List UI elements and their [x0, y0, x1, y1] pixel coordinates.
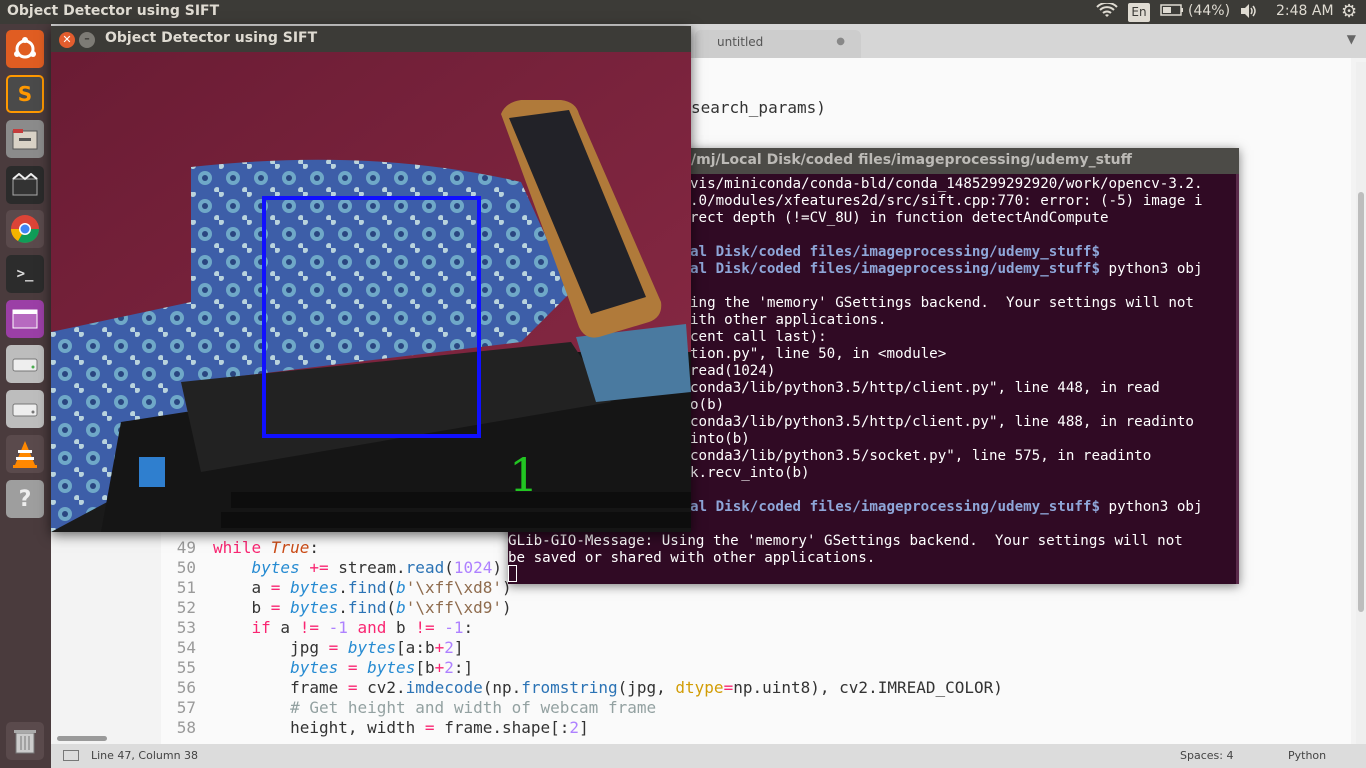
- tab-dropdown-icon[interactable]: ▼: [1347, 32, 1356, 46]
- code-line-text: bytes = bytes[b+2:]: [290, 658, 474, 677]
- status-bar: Line 47, Column 38 Spaces: 4 Python: [51, 744, 1366, 768]
- terminal-line: o(b): [690, 397, 725, 413]
- disk-icon[interactable]: [6, 345, 44, 383]
- terminal-line: be saved or shared with other applicatio…: [508, 550, 876, 566]
- line-number: 50: [176, 558, 196, 577]
- webcam-image: [51, 52, 691, 532]
- scrollbar-thumb[interactable]: [57, 736, 107, 741]
- desktop: Object Detector using SIFT En (44%) 2:48…: [0, 0, 1366, 768]
- code-line-text: a = bytes.find(b'\xff\xd8'): [213, 578, 512, 597]
- video-editor-icon[interactable]: [6, 166, 44, 204]
- line-number: 54: [176, 638, 196, 657]
- indentation-setting[interactable]: Spaces: 4: [1180, 749, 1233, 762]
- terminal-line: tion.py", line 50, in <module>: [690, 346, 947, 362]
- terminal-line: into(b): [690, 431, 750, 447]
- panel-toggle-icon[interactable]: [63, 750, 79, 761]
- match-count: 1: [509, 448, 539, 502]
- terminal-scrollbar[interactable]: [1236, 174, 1239, 584]
- webcam-frame: 1: [51, 52, 691, 532]
- syntax-selector[interactable]: Python: [1288, 749, 1326, 762]
- gear-icon[interactable]: ⚙: [1341, 1, 1357, 22]
- unsaved-dot-icon[interactable]: ●: [836, 36, 845, 47]
- code-line-text: # Get height and width of webcam frame: [213, 698, 657, 717]
- terminal-line: vis/miniconda/conda-bld/conda_1485299292…: [690, 176, 1203, 192]
- code-fragment-search-params: search_params): [691, 98, 826, 117]
- prompt-path: al Disk/coded files/imageprocessing/udem…: [690, 261, 1100, 277]
- clock[interactable]: 2:48 AM: [1276, 3, 1334, 19]
- terminal-line: conda3/lib/python3.5/http/client.py", li…: [690, 380, 1160, 396]
- ubuntu-dash-icon[interactable]: [6, 30, 44, 68]
- sift-titlebar[interactable]: ✕ – Object Detector using SIFT: [51, 26, 691, 52]
- terminal-line: read(1024): [690, 363, 776, 379]
- line-number: 49: [176, 538, 196, 557]
- wifi-icon[interactable]: [1096, 1, 1118, 23]
- cursor-position[interactable]: Line 47, Column 38: [91, 749, 198, 762]
- line-number: 56: [176, 678, 196, 697]
- line-number: 51: [176, 578, 196, 597]
- minimize-icon[interactable]: –: [79, 32, 95, 48]
- prompt-path: al Disk/coded files/imageprocessing/udem…: [690, 244, 1100, 260]
- active-app-title: Object Detector using SIFT: [7, 3, 220, 19]
- vertical-scrollbar[interactable]: [1356, 62, 1366, 752]
- code-line-text: while True:: [213, 538, 319, 557]
- terminal-line: .0/modules/xfeatures2d/src/sift.cpp:770:…: [690, 193, 1203, 209]
- terminal-icon[interactable]: >_: [6, 255, 44, 293]
- terminal-line: conda3/lib/python3.5/socket.py", line 57…: [690, 448, 1152, 464]
- volume-icon[interactable]: [1239, 3, 1259, 23]
- line-number: 52: [176, 598, 196, 617]
- code-line-text: if a != -1 and b != -1:: [251, 618, 474, 637]
- keyboard-language-indicator[interactable]: En: [1128, 3, 1150, 22]
- horizontal-scrollbar[interactable]: [51, 734, 211, 744]
- terminal-prompt: al Disk/coded files/imageprocessing/udem…: [690, 244, 1100, 261]
- terminal-line: k.recv_into(b): [690, 465, 810, 481]
- chrome-icon[interactable]: [6, 210, 44, 248]
- line-number: 55: [176, 658, 196, 677]
- help-icon[interactable]: ?: [6, 480, 44, 518]
- battery-percent[interactable]: (44%): [1188, 3, 1230, 19]
- battery-icon[interactable]: [1160, 3, 1184, 21]
- app-purple-icon[interactable]: [6, 300, 44, 338]
- trash-icon[interactable]: [6, 722, 44, 760]
- terminal-line: conda3/lib/python3.5/http/client.py", li…: [690, 414, 1194, 430]
- terminal-line: GLib-GIO-Message: Using the 'memory' GSe…: [508, 533, 1183, 549]
- disk-icon-2[interactable]: [6, 390, 44, 428]
- line-number: 53: [176, 618, 196, 637]
- code-line-text: height, width = frame.shape[:2]: [213, 718, 589, 737]
- tab-untitled[interactable]: untitled ●: [695, 30, 861, 58]
- terminal-cursor: [508, 565, 517, 582]
- sift-window-title: Object Detector using SIFT: [105, 30, 318, 46]
- terminal-line: ith other applications.: [690, 312, 887, 328]
- sift-window[interactable]: ✕ – Object Detector using SIFT 1: [51, 26, 691, 532]
- terminal-prompt: al Disk/coded files/imageprocessing/udem…: [690, 499, 1203, 516]
- code-line-text: b = bytes.find(b'\xff\xd9'): [213, 598, 512, 617]
- code-line-text: jpg = bytes[a:b+2]: [213, 638, 464, 657]
- prompt-path: al Disk/coded files/imageprocessing/udem…: [690, 499, 1100, 515]
- vlc-icon[interactable]: [6, 435, 44, 473]
- prompt-command: python3 obj: [1100, 499, 1203, 515]
- close-icon[interactable]: ✕: [59, 32, 75, 48]
- scrollbar-thumb[interactable]: [1358, 192, 1364, 612]
- launcher: S >_ ?: [0, 24, 51, 768]
- line-number: 57: [176, 698, 196, 717]
- terminal-line: ing the 'memory' GSettings backend. Your…: [690, 295, 1194, 311]
- prompt-command: python3 obj: [1100, 261, 1203, 277]
- code-line-text: bytes += stream.read(1024): [251, 558, 503, 577]
- terminal-prompt: al Disk/coded files/imageprocessing/udem…: [690, 261, 1203, 278]
- tab-label: untitled: [717, 35, 764, 49]
- code-line-text: frame = cv2.imdecode(np.fromstring(jpg, …: [213, 678, 1003, 697]
- sublime-text-icon[interactable]: S: [6, 75, 44, 113]
- terminal-line: rect depth (!=CV_8U) in function detectA…: [690, 210, 1109, 226]
- terminal-line: cent call last):: [690, 329, 827, 345]
- file-manager-icon[interactable]: [6, 120, 44, 158]
- top-panel: Object Detector using SIFT En (44%) 2:48…: [0, 0, 1366, 24]
